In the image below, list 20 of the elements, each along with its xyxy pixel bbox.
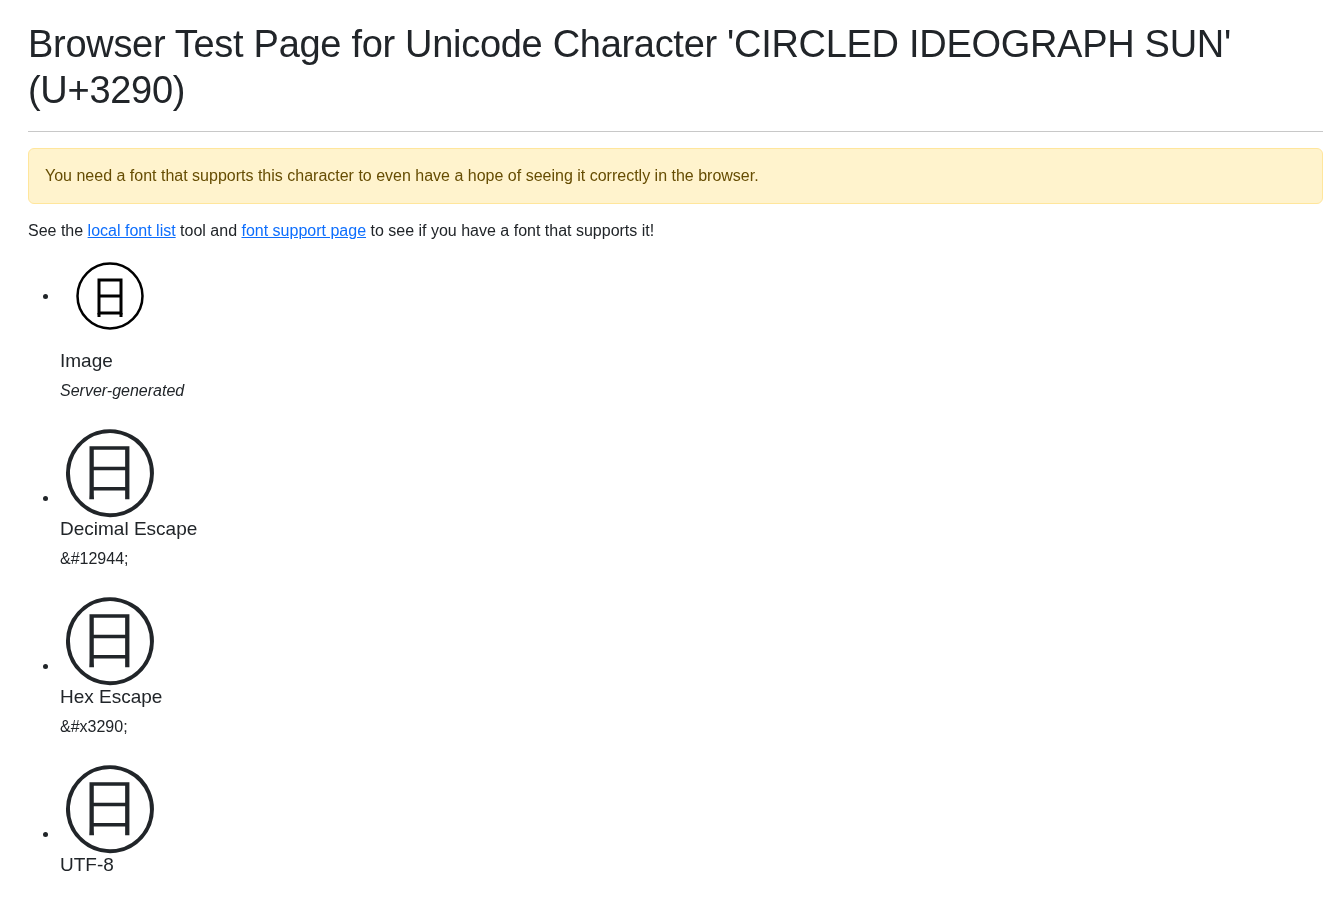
item-caption: &#x3290; — [60, 718, 129, 737]
bullet-icon — [43, 664, 48, 670]
font-support-link[interactable]: font support page — [241, 222, 367, 240]
item-label: Hex Escape — [60, 686, 164, 709]
intro-text: See the local font list tool and font support page to see if you have a font that supports it! — [28, 222, 656, 241]
page-title: Browser Test Page for Unicode Character 'CIRCLED IDEOGRAPH SUN' (U+3290) — [28, 22, 1232, 113]
item-caption: Server-generated — [60, 382, 186, 401]
bullet-icon — [43, 832, 48, 838]
circled-sun-glyph: ㊐ — [60, 754, 160, 855]
circled-sun-glyph: ㊐ — [60, 586, 160, 687]
item-caption: &#12944; — [60, 550, 130, 569]
circled-sun-image — [76, 262, 144, 331]
font-list-link[interactable]: local font list — [87, 222, 176, 240]
bullet-icon — [43, 294, 48, 300]
item-label: Decimal Escape — [60, 518, 199, 541]
bullet-icon — [43, 496, 48, 502]
item-label: UTF-8 — [60, 854, 115, 877]
warning-alert: You need a font that supports this character to even have a hope of seeing it correctly in the browser. — [28, 148, 1323, 205]
item-label: Image — [60, 350, 114, 373]
circled-sun-glyph: ㊐ — [60, 418, 160, 519]
